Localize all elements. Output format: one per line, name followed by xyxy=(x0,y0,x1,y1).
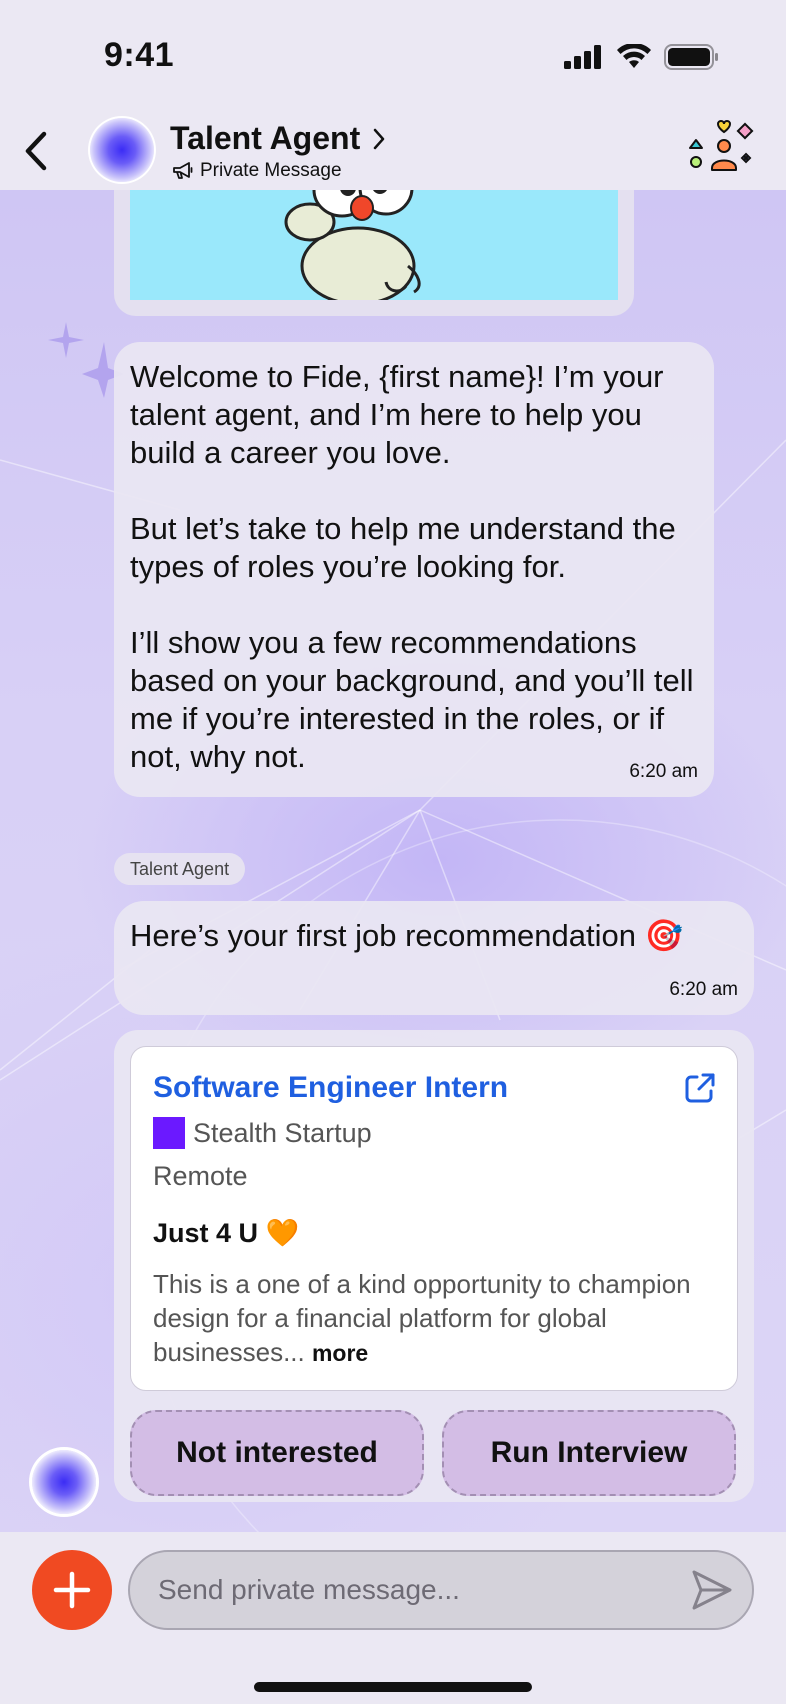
chat-area[interactable]: Welcome to Fide, {first name}! I’m your … xyxy=(0,190,786,1532)
status-time: 9:41 xyxy=(104,36,175,74)
header-title-row[interactable]: Talent Agent xyxy=(170,120,386,157)
send-icon[interactable] xyxy=(690,1568,734,1612)
message-input-container xyxy=(128,1550,754,1630)
company-name: Stealth Startup xyxy=(193,1117,372,1148)
group-people-icon xyxy=(689,120,754,171)
status-icons xyxy=(564,44,720,70)
external-link-icon[interactable] xyxy=(683,1071,717,1105)
run-interview-button[interactable]: Run Interview xyxy=(442,1410,736,1496)
agent-avatar[interactable] xyxy=(90,118,154,182)
job-description: This is a one of a kind opportunity to c… xyxy=(153,1267,713,1370)
message-timestamp: 6:20 am xyxy=(669,979,738,1000)
welcome-message-bubble[interactable]: Welcome to Fide, {first name}! I’m your … xyxy=(114,342,714,797)
megaphone-icon xyxy=(173,162,193,179)
back-chevron-icon xyxy=(25,131,47,171)
home-indicator xyxy=(254,1682,532,1692)
chat-header: Talent Agent Private Message xyxy=(0,112,786,190)
gif-message-bubble[interactable] xyxy=(114,190,634,316)
more-link[interactable]: more xyxy=(312,1340,368,1366)
company-row: Stealth Startup xyxy=(153,1117,372,1149)
company-logo xyxy=(153,1117,185,1149)
sparkle-icon xyxy=(48,322,124,398)
header-subtitle: Private Message xyxy=(200,160,342,181)
plus-icon xyxy=(53,1571,91,1609)
wifi-icon xyxy=(617,44,651,68)
welcome-message-text: Welcome to Fide, {first name}! I’m your … xyxy=(130,359,694,774)
chevron-right-icon xyxy=(373,128,385,149)
header-subtitle-row: Private Message xyxy=(172,160,342,182)
job-location: Remote xyxy=(153,1161,248,1191)
job-tag: Just 4 U 🧡 xyxy=(153,1218,300,1248)
message-timestamp: 6:20 am xyxy=(629,761,698,782)
tag-row: Just 4 U 🧡 xyxy=(153,1217,299,1249)
battery-icon xyxy=(664,44,718,70)
cartoon-dog-image xyxy=(130,190,618,300)
agent-avatar-small[interactable] xyxy=(32,1450,96,1514)
not-interested-button[interactable]: Not interested xyxy=(130,1410,424,1496)
recommendation-message-bubble[interactable]: Here’s your first job recommendation 🎯 6… xyxy=(114,901,754,1015)
add-attachment-button[interactable] xyxy=(32,1550,112,1630)
message-input[interactable] xyxy=(158,1552,658,1628)
app-screen: 9:41 Talent Agent Private Message Welcom… xyxy=(0,0,786,1704)
job-details-card[interactable]: Software Engineer Intern Stealth Startup… xyxy=(130,1046,738,1391)
recommendation-message-text: Here’s your first job recommendation 🎯 xyxy=(130,918,684,953)
back-button[interactable] xyxy=(14,126,58,176)
cellular-signal-icon xyxy=(564,45,601,69)
status-bar: 9:41 xyxy=(0,0,786,112)
sender-tag: Talent Agent xyxy=(114,853,246,885)
job-description-text: This is a one of a kind opportunity to c… xyxy=(153,1269,691,1367)
group-members-button[interactable] xyxy=(688,118,756,182)
message-composer xyxy=(0,1532,786,1704)
job-title[interactable]: Software Engineer Intern xyxy=(153,1071,508,1105)
cartoon-dog-illustration xyxy=(284,190,421,300)
job-recommendation-card: Software Engineer Intern Stealth Startup… xyxy=(114,1030,754,1502)
header-title: Talent Agent xyxy=(170,120,361,156)
